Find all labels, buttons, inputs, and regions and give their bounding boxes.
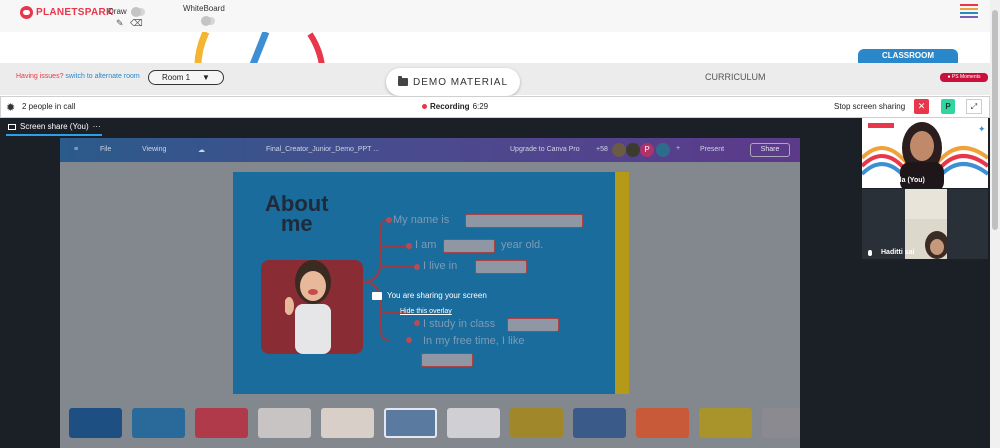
whiteboard-label: WhiteBoard — [183, 4, 225, 13]
place-box — [475, 260, 527, 274]
whiteboard-toggle[interactable] — [201, 16, 215, 26]
my-name-text: My name is — [393, 214, 450, 226]
participant-name: Haditti sai — [881, 249, 915, 256]
screen-share-label: Screen share (You) — [20, 122, 89, 131]
doc-title[interactable]: Final_Creator_Junior_Demo_PPT ... — [266, 146, 379, 153]
pencil-icon[interactable]: ✎ — [116, 18, 124, 29]
add-icon[interactable]: + — [676, 145, 680, 152]
years-old-text: year old. — [501, 239, 544, 251]
stop-sharing-label: Stop screen sharing — [834, 102, 906, 111]
slide-thumbnail[interactable] — [132, 408, 185, 438]
i-study-text: I study in class — [423, 318, 496, 330]
camera-icon: ● — [947, 74, 951, 80]
eraser-icon[interactable]: ⌫ — [130, 18, 143, 29]
hide-overlay-link[interactable]: Hide this overlay — [400, 308, 452, 315]
sharing-text: You are sharing your screen — [387, 291, 487, 300]
slide-thumbnail[interactable] — [195, 408, 248, 438]
app-root: PLANETSPARK Draw ✎ ⌫ WhiteBoard CLASSROO… — [0, 0, 1000, 448]
slide-thumbnail[interactable] — [258, 408, 311, 438]
demo-material-label: DEMO MATERIAL — [412, 76, 509, 88]
slide-thumbnail[interactable] — [762, 408, 800, 438]
avatar[interactable] — [612, 143, 626, 157]
slide-thumbnail[interactable] — [321, 408, 374, 438]
planetspark-logo[interactable]: PLANETSPARK — [20, 6, 114, 19]
folder-icon — [397, 76, 408, 86]
monitor-icon — [8, 123, 16, 130]
participant-name: Shakila (You) — [881, 177, 925, 184]
canva-toolbar: ≡ File Viewing ☁ Final_Creator_Junior_De… — [60, 138, 800, 162]
file-menu[interactable]: File — [100, 146, 111, 153]
recording-label: Recording — [430, 102, 470, 111]
avatar[interactable] — [656, 143, 670, 157]
hamburger-icon[interactable]: ≡ — [74, 146, 78, 153]
caret-down-icon: ▼ — [202, 73, 210, 82]
mic-icon[interactable] — [868, 250, 872, 256]
svg-text:✦: ✦ — [978, 125, 986, 135]
planetspark-logo-icon — [20, 6, 33, 19]
slide-canvas: About me My name is I am year old. I liv… — [233, 172, 627, 394]
demo-material-button[interactable]: DEMO MATERIAL — [386, 68, 520, 96]
next-slide-edge — [615, 172, 629, 394]
free-time-text: In my free time, I like — [423, 335, 525, 347]
slide-thumbnail[interactable] — [69, 408, 122, 438]
viewing-menu[interactable]: Viewing — [142, 146, 166, 153]
hobby-box — [421, 353, 473, 367]
people-count: 2 people in call — [22, 102, 76, 111]
top-bar — [0, 0, 990, 32]
scrollbar-thumb[interactable] — [992, 10, 998, 230]
room-select[interactable]: Room 1 ▼ — [148, 70, 224, 85]
recording-dot-icon — [422, 104, 427, 109]
issues-text: Having issues? switch to alternate room — [16, 73, 140, 80]
tab-classroom[interactable]: CLASSROOM — [858, 49, 958, 68]
avatar[interactable]: P — [640, 143, 654, 157]
avatar[interactable] — [626, 143, 640, 157]
slide-thumbnail[interactable] — [573, 408, 626, 438]
slide-thumbnail[interactable] — [636, 408, 689, 438]
slide-thumbnail[interactable] — [447, 408, 500, 438]
age-box — [443, 239, 495, 253]
brand-name: PLANETSPARK — [36, 7, 114, 18]
present-button[interactable]: Present — [700, 146, 724, 153]
more-options-icon[interactable]: ··· — [93, 122, 101, 131]
cloud-icon: ☁ — [198, 147, 205, 154]
moments-label: PS Moments — [951, 74, 981, 80]
share-button[interactable]: Share — [750, 143, 790, 157]
i-am-text: I am — [415, 239, 437, 251]
room-value: Room 1 — [162, 73, 191, 82]
recording-status: Recording 6:29 — [422, 102, 488, 111]
screen-share-icon — [372, 291, 382, 300]
tab-curriculum[interactable]: CURRICULUM — [705, 72, 766, 82]
screen-share-tab[interactable]: Screen share (You) ··· — [8, 122, 101, 131]
tab-underline — [6, 134, 102, 136]
ps-moments-badge[interactable]: ● PS Moments — [940, 73, 988, 82]
stop-sharing-button[interactable]: ✕ — [914, 99, 929, 114]
name-box — [465, 214, 583, 228]
slide-thumbnail-current[interactable] — [384, 408, 437, 438]
upgrade-link[interactable]: Upgrade to Canva Pro — [510, 146, 580, 153]
slide-thumbnail[interactable] — [699, 408, 752, 438]
mic-icon[interactable] — [868, 178, 872, 184]
draw-label: Draw — [108, 7, 127, 16]
menu-icon[interactable] — [960, 4, 978, 20]
class-box — [507, 318, 559, 332]
i-live-text: I live in — [423, 260, 458, 272]
gear-icon[interactable]: ✹ — [6, 101, 15, 114]
p-badge[interactable]: P — [941, 99, 955, 114]
issues-label: Having issues? — [16, 73, 64, 80]
recording-time: 6:29 — [472, 102, 489, 111]
draw-toggle[interactable] — [131, 7, 145, 17]
sharing-overlay: You are sharing your screen — [372, 291, 487, 300]
alternate-room-link[interactable]: switch to alternate room — [65, 73, 139, 80]
expand-icon[interactable]: ⤢ — [966, 99, 982, 114]
close-icon: ✕ — [917, 101, 926, 111]
collaborator-count: +58 — [596, 146, 608, 153]
slide-thumbnail[interactable] — [510, 408, 563, 438]
